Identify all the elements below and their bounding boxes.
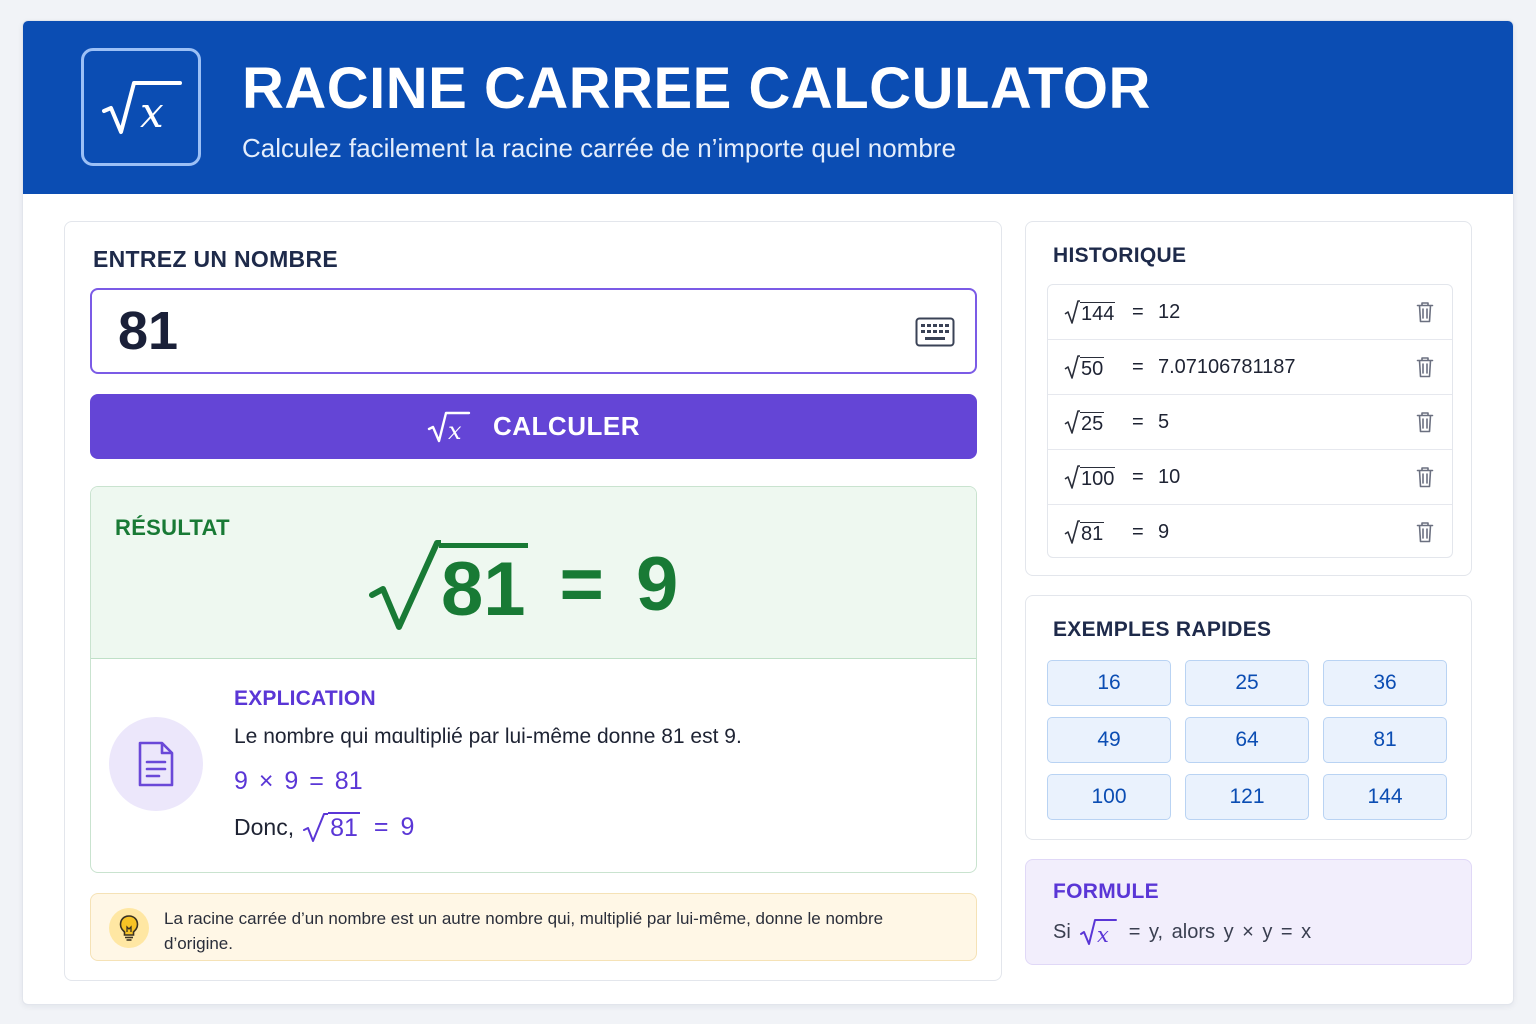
formula-rest: = y, alors y × y = x <box>1128 920 1312 943</box>
history-row[interactable]: 50 = 7.07106781187 <box>1048 340 1452 395</box>
keyboard-icon[interactable] <box>915 317 955 347</box>
history-row[interactable]: 25 = 5 <box>1048 395 1452 450</box>
history-equals: = <box>1132 521 1144 543</box>
trash-icon[interactable] <box>1416 356 1434 378</box>
app-window: x RACINE CARREE CALCULATOR Calculez faci… <box>22 20 1514 1005</box>
number-input[interactable] <box>118 300 878 362</box>
explanation-multiplication: 9 × 9 = 81 <box>234 767 363 795</box>
radical-sign-icon <box>1064 355 1080 379</box>
example-button[interactable]: 100 <box>1047 774 1171 820</box>
explanation-label: EXPLICATION <box>234 687 376 710</box>
calculate-button-label: CALCULER <box>493 411 640 441</box>
history-equals: = <box>1132 466 1144 488</box>
history-equals: = <box>1132 301 1144 323</box>
input-label: ENTREZ UN NOMBRE <box>93 246 339 272</box>
quick-examples-label: EXEMPLES RAPIDES <box>1053 618 1272 641</box>
example-button[interactable]: 16 <box>1047 660 1171 706</box>
history-row[interactable]: 81 = 9 <box>1048 505 1452 557</box>
document-icon <box>109 717 203 811</box>
app-subtitle: Calculez facilement la racine carrée de … <box>242 133 956 163</box>
result-summary: RÉSULTAT 81 = 9 <box>91 487 976 659</box>
history-value: 12 <box>1158 301 1181 323</box>
quick-examples-grid: 16 25 36 49 64 81 100 121 144 <box>1047 660 1447 820</box>
history-label: HISTORIQUE <box>1053 244 1187 267</box>
square-root-x-icon: x <box>1079 919 1117 946</box>
formula-prefix: Si <box>1053 920 1071 943</box>
history-radicand: 144 <box>1080 302 1116 325</box>
history-value: 5 <box>1158 411 1170 433</box>
calculate-button[interactable]: x CALCULER <box>90 394 977 459</box>
svg-text:x: x <box>448 417 462 444</box>
history-value: 7.07106781187 <box>1158 356 1296 378</box>
result-panel: RÉSULTAT 81 = 9 EXPLICATION Le nombre qu… <box>90 486 977 873</box>
radical-sign-icon <box>1064 465 1080 489</box>
formula-text: Si x = y, alors y × y = x <box>1053 918 1311 946</box>
lightbulb-icon <box>109 908 149 948</box>
header: x RACINE CARREE CALCULATOR Calculez faci… <box>23 21 1513 194</box>
radical-sign-icon <box>1064 410 1080 434</box>
radical-sign-icon <box>1064 520 1080 544</box>
result-equation: 81 = 9 <box>369 535 678 635</box>
explanation-conclusion: Donc, 81 = 9 <box>234 811 414 843</box>
result-equals-sign: = <box>559 542 604 627</box>
conclusion-equation: 81 = 9 <box>302 811 414 843</box>
history-radical: 25 <box>1064 409 1105 435</box>
explanation-text: Le nombre qui mɑultiplié par lui-même do… <box>234 725 742 748</box>
square-root-x-icon: x <box>427 411 471 444</box>
history-row[interactable]: 144 = 12 <box>1048 285 1452 340</box>
trash-icon[interactable] <box>1416 301 1434 323</box>
history-list: 144 = 12 50 = 7.07106781187 25 = 5 100 =… <box>1047 284 1453 558</box>
svg-text:x: x <box>1097 923 1109 946</box>
history-equals: = <box>1132 411 1144 433</box>
formula-label: FORMULE <box>1053 880 1159 903</box>
example-button[interactable]: 121 <box>1185 774 1309 820</box>
history-radicand: 81 <box>1080 522 1105 545</box>
result-radicand: 81 <box>439 542 528 632</box>
radical-sign-icon <box>369 540 441 630</box>
history-row[interactable]: 100 = 10 <box>1048 450 1452 505</box>
history-radical: 144 <box>1064 299 1116 325</box>
square-root-x-icon: x <box>81 48 201 166</box>
history-value: 9 <box>1158 521 1170 543</box>
svg-text:x: x <box>140 88 164 137</box>
calculator-card: ENTREZ UN NOMBRE x CALCULER RÉSULTAT <box>64 221 1002 981</box>
conclusion-prefix: Donc, <box>234 813 295 840</box>
example-button[interactable]: 49 <box>1047 717 1171 763</box>
example-button[interactable]: 64 <box>1185 717 1309 763</box>
app-title: RACINE CARREE CALCULATOR <box>242 56 1151 121</box>
radical-sign-icon <box>1064 300 1080 324</box>
history-radical: 50 <box>1064 354 1105 380</box>
trash-icon[interactable] <box>1416 411 1434 433</box>
tip-text: La racine carrée d’un nombre est un autr… <box>164 909 884 953</box>
history-equals: = <box>1132 356 1144 378</box>
history-radicand: 50 <box>1080 357 1105 380</box>
trash-icon[interactable] <box>1416 521 1434 543</box>
history-radicand: 100 <box>1080 467 1116 490</box>
trash-icon[interactable] <box>1416 466 1434 488</box>
conclusion-value: 9 <box>400 812 415 841</box>
number-input-box[interactable] <box>90 288 977 374</box>
example-button[interactable]: 36 <box>1323 660 1447 706</box>
radical-sign-icon <box>303 813 329 842</box>
history-radical: 81 <box>1064 519 1105 545</box>
conclusion-equals: = <box>373 812 389 841</box>
conclusion-radicand: 81 <box>328 812 360 842</box>
history-card: HISTORIQUE 144 = 12 50 = 7.07106781187 2… <box>1025 221 1472 576</box>
result-value: 9 <box>635 542 679 627</box>
example-button[interactable]: 144 <box>1323 774 1447 820</box>
history-radicand: 25 <box>1080 412 1105 435</box>
example-button[interactable]: 81 <box>1323 717 1447 763</box>
tip-box: La racine carrée d’un nombre est un autr… <box>90 893 977 961</box>
formula-card: FORMULE Si x = y, alors y × y = x <box>1025 859 1472 965</box>
history-value: 10 <box>1158 466 1181 488</box>
result-label: RÉSULTAT <box>115 515 230 540</box>
example-button[interactable]: 25 <box>1185 660 1309 706</box>
history-radical: 100 <box>1064 464 1116 490</box>
quick-examples-card: EXEMPLES RAPIDES 16 25 36 49 64 81 100 1… <box>1025 595 1472 840</box>
